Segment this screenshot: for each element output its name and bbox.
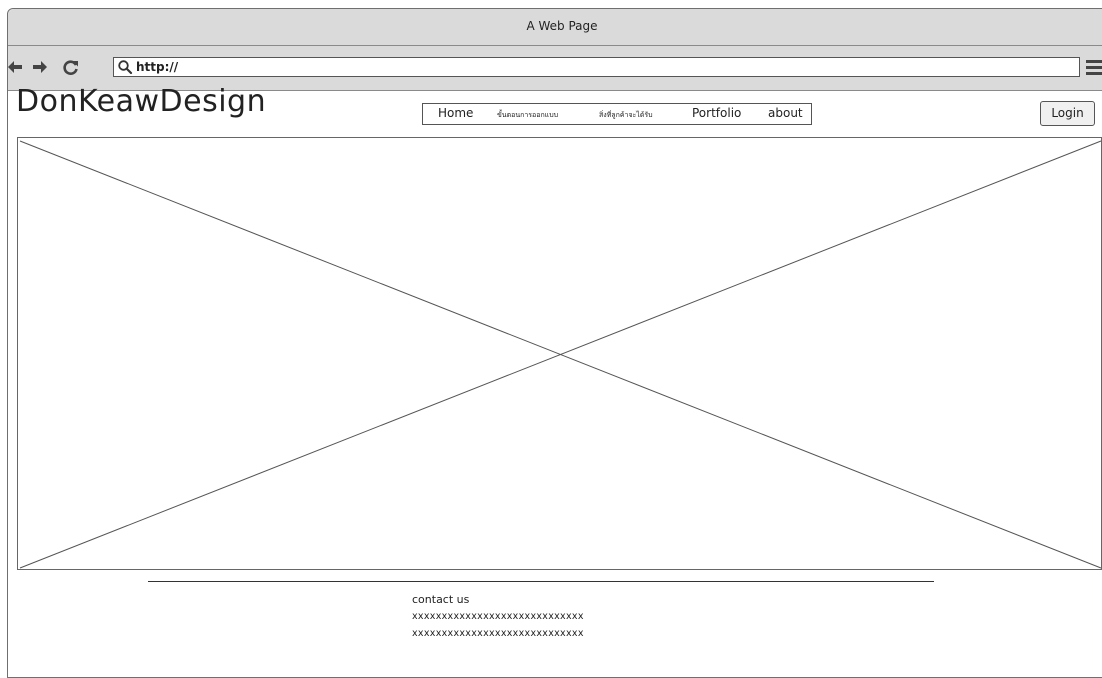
- url-input[interactable]: [136, 58, 1066, 76]
- login-button[interactable]: Login: [1040, 101, 1095, 126]
- contact-line-1: xxxxxxxxxxxxxxxxxxxxxxxxxxxxx: [412, 611, 584, 622]
- image-placeholder-icon: [19, 140, 1102, 569]
- back-arrow-icon[interactable]: [6, 58, 24, 76]
- nav-design-process[interactable]: ขั้นตอนการออกแบบ: [497, 110, 558, 121]
- contact-heading: contact us: [412, 593, 470, 606]
- search-icon: [118, 60, 133, 75]
- footer-contact: contact us xxxxxxxxxxxxxxxxxxxxxxxxxxxxx…: [412, 591, 584, 642]
- footer-divider: [148, 581, 934, 582]
- address-bar[interactable]: [113, 57, 1080, 77]
- nav-home[interactable]: Home: [438, 106, 473, 120]
- window-title: A Web Page: [8, 9, 1102, 46]
- nav-about[interactable]: about: [768, 106, 803, 120]
- site-logo[interactable]: DonKeawDesign: [16, 84, 266, 119]
- hamburger-menu-icon[interactable]: [1086, 58, 1102, 76]
- nav-portfolio[interactable]: Portfolio: [692, 106, 741, 120]
- reload-icon[interactable]: [62, 58, 80, 76]
- main-navigation: Home ขั้นตอนการออกแบบ สิ่งที่ลูกค้าจะได้…: [422, 103, 812, 125]
- nav-customer-benefits[interactable]: สิ่งที่ลูกค้าจะได้รับ: [599, 110, 653, 121]
- hero-image-placeholder: [17, 137, 1102, 570]
- contact-line-2: xxxxxxxxxxxxxxxxxxxxxxxxxxxxx: [412, 628, 584, 639]
- forward-arrow-icon[interactable]: [31, 58, 49, 76]
